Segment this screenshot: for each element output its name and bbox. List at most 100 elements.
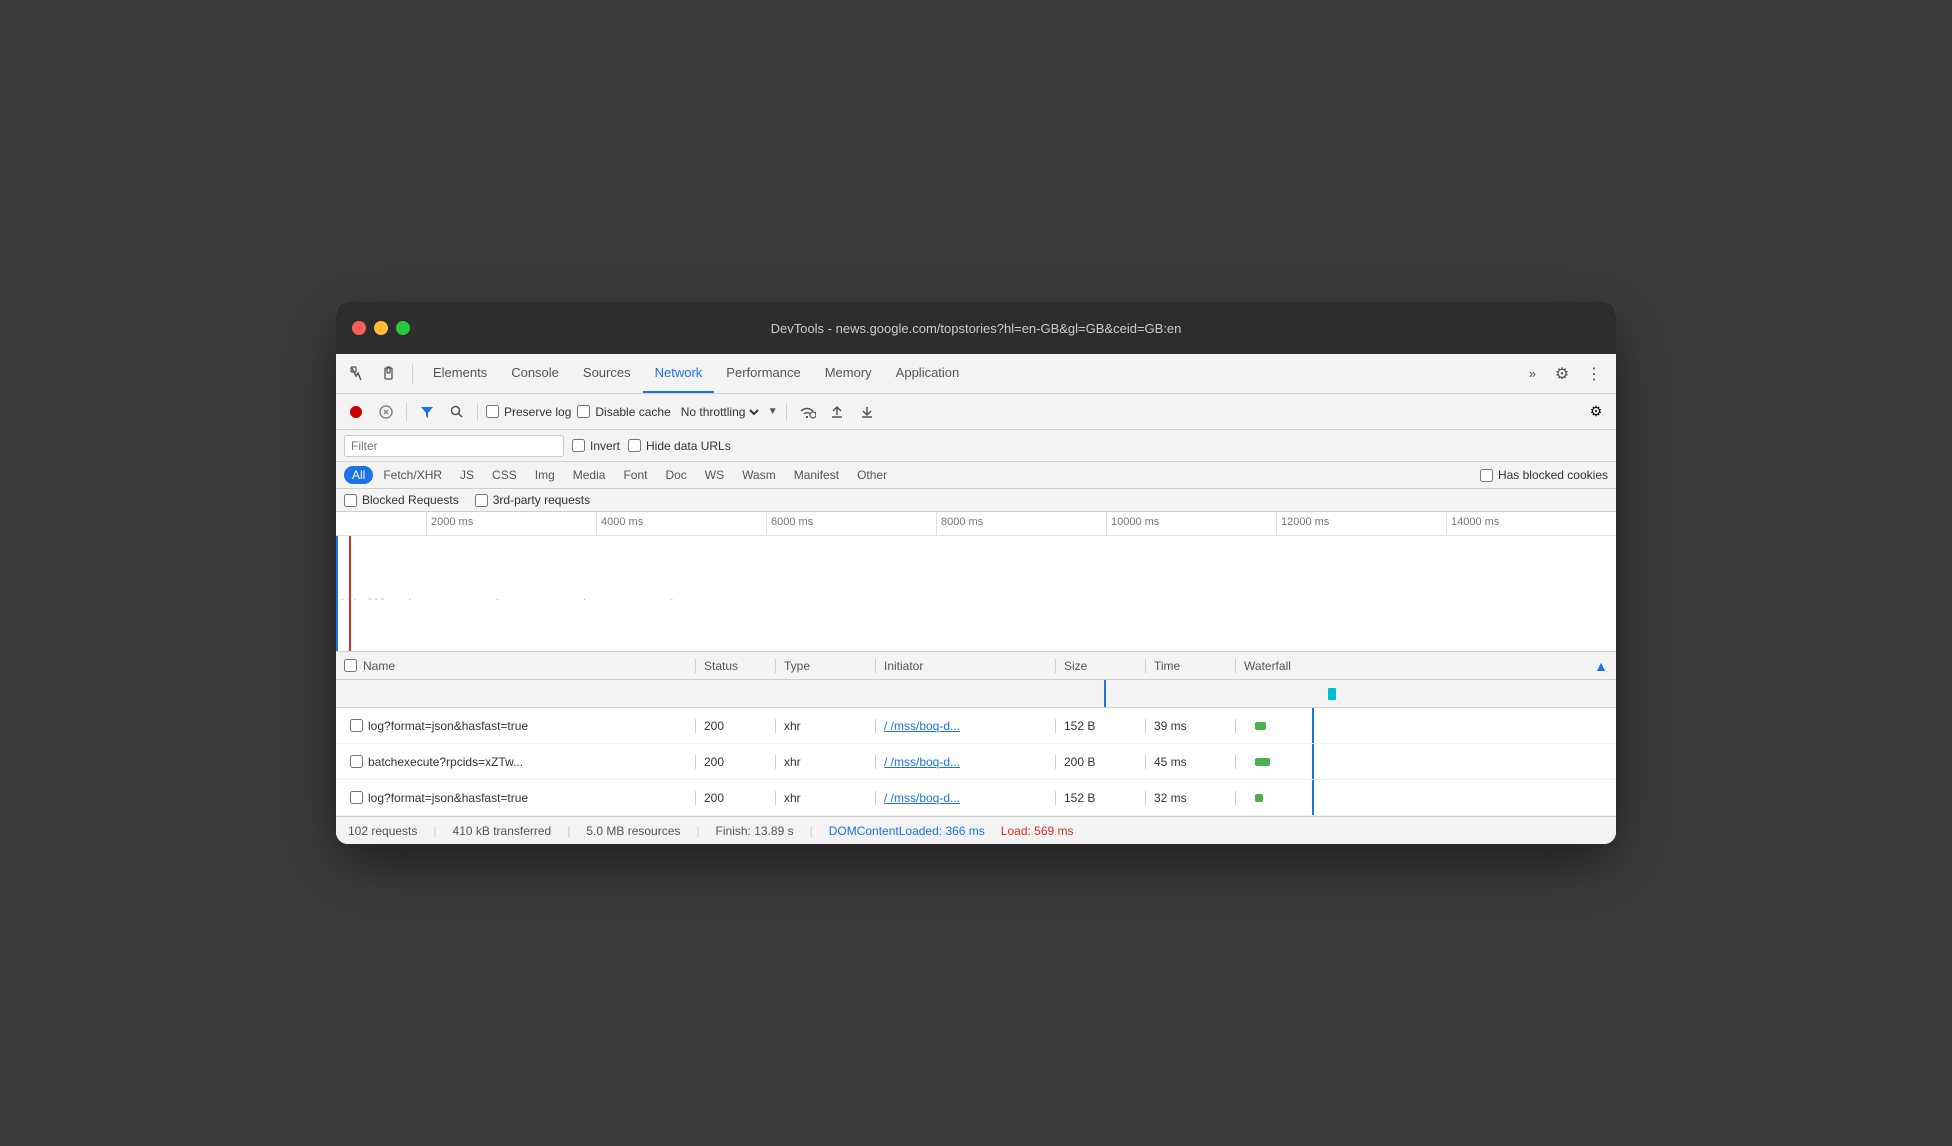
toolbar-tabs: Elements Console Sources Network Perform… [421,354,1517,393]
table-rows: log?format=json&hasfast=true 200 xhr / /… [336,708,1616,816]
col-header-status[interactable]: Status [696,659,776,673]
ruler-mark-0: 2000 ms [426,512,596,535]
col-header-time[interactable]: Time [1146,659,1236,673]
throttle-select[interactable]: No throttling [677,404,762,420]
preserve-log-label: Preserve log [504,405,571,419]
table-header: Name Status Type Initiator Size Time Wat… [336,652,1616,680]
type-filter-row: All Fetch/XHR JS CSS Img Media Font Doc … [336,462,1616,489]
row-name-1: batchexecute?rpcids=xZTw... [368,755,523,769]
type-btn-wasm[interactable]: Wasm [734,466,784,484]
row-type-1: xhr [776,755,876,769]
type-btn-css[interactable]: CSS [484,466,525,484]
table-row[interactable]: batchexecute?rpcids=xZTw... 200 xhr / /m… [336,744,1616,780]
type-btn-doc[interactable]: Doc [657,466,694,484]
tab-console[interactable]: Console [499,354,571,393]
has-blocked-cookies-checkbox[interactable]: Has blocked cookies [1480,468,1608,482]
row-initiator-link-0[interactable]: / /mss/boq-d... [884,719,960,733]
hide-data-urls-input[interactable] [628,439,641,452]
window-title: DevTools - news.google.com/topstories?hl… [771,321,1182,336]
throttle-arrow: ▼ [768,406,778,417]
wifi-icon[interactable] [795,400,819,424]
preserve-log-checkbox[interactable]: Preserve log [486,405,571,419]
row-status-1: 200 [696,755,776,769]
sort-arrow-icon: ▲ [1594,658,1608,674]
type-btn-img[interactable]: Img [527,466,563,484]
tab-application[interactable]: Application [884,354,972,393]
row-checkbox-0[interactable] [350,719,363,732]
titlebar: DevTools - news.google.com/topstories?hl… [336,302,1616,354]
type-btn-font[interactable]: Font [615,466,655,484]
third-party-input[interactable] [475,494,488,507]
main-toolbar: Elements Console Sources Network Perform… [336,354,1616,394]
inspect-icon[interactable] [344,360,372,388]
col-header-name[interactable]: Name [336,659,696,673]
row-name-cell-1: batchexecute?rpcids=xZTw... [336,755,696,769]
type-btn-js[interactable]: JS [452,466,482,484]
traffic-lights [352,321,410,335]
minimize-button[interactable] [374,321,388,335]
maximize-button[interactable] [396,321,410,335]
row-waterfall-1 [1236,744,1616,779]
close-button[interactable] [352,321,366,335]
blocked-requests-input[interactable] [344,494,357,507]
invert-checkbox[interactable]: Invert [572,439,620,453]
row-initiator-1: / /mss/boq-d... [876,755,1056,769]
download-icon[interactable] [855,400,879,424]
col-header-size[interactable]: Size [1056,659,1146,673]
type-btn-media[interactable]: Media [565,466,614,484]
upload-icon[interactable] [825,400,849,424]
type-btn-fetch-xhr[interactable]: Fetch/XHR [375,466,450,484]
more-tabs-button[interactable]: » [1521,366,1544,381]
type-btn-ws[interactable]: WS [697,466,732,484]
third-party-checkbox[interactable]: 3rd-party requests [475,493,590,507]
col-header-waterfall[interactable]: Waterfall ▲ [1236,658,1616,674]
filter-input[interactable] [344,435,564,457]
search-icon[interactable] [445,400,469,424]
filter-row: Invert Hide data URLs [336,430,1616,462]
device-icon[interactable] [376,360,404,388]
preserve-log-input[interactable] [486,405,499,418]
record-button[interactable] [344,400,368,424]
tab-elements[interactable]: Elements [421,354,499,393]
wf-row-bar-0 [1255,722,1266,730]
invert-input[interactable] [572,439,585,452]
disable-cache-label: Disable cache [595,405,670,419]
network-settings-icon[interactable]: ⚙ [1584,400,1608,424]
type-btn-all[interactable]: All [344,466,373,484]
wf-header-teal-bar [1328,688,1336,700]
select-all-checkbox[interactable] [344,659,357,672]
disable-cache-checkbox[interactable]: Disable cache [577,405,670,419]
col-header-type[interactable]: Type [776,659,876,673]
tab-performance[interactable]: Performance [714,354,812,393]
finish-time: Finish: 13.89 s [716,824,794,838]
hide-data-urls-checkbox[interactable]: Hide data URLs [628,439,731,453]
has-blocked-cookies-input[interactable] [1480,469,1493,482]
stop-button[interactable] [374,400,398,424]
row-time-0: 39 ms [1146,719,1236,733]
type-btn-manifest[interactable]: Manifest [786,466,847,484]
load-time: Load: 569 ms [1001,824,1074,838]
timeline-dots: · · · - - - · · · · [341,594,673,605]
col-header-initiator[interactable]: Initiator [876,659,1056,673]
table-row[interactable]: log?format=json&hasfast=true 200 xhr / /… [336,780,1616,816]
blocked-requests-checkbox[interactable]: Blocked Requests [344,493,459,507]
row-initiator-2: / /mss/boq-d... [876,791,1056,805]
row-initiator-link-2[interactable]: / /mss/boq-d... [884,791,960,805]
type-btn-other[interactable]: Other [849,466,895,484]
tab-network[interactable]: Network [643,354,715,393]
row-checkbox-2[interactable] [350,791,363,804]
table-row[interactable]: log?format=json&hasfast=true 200 xhr / /… [336,708,1616,744]
timeline-chart: · · · - - - · · · · [336,536,1616,652]
wf-row-bar-1 [1255,758,1270,766]
row-initiator-link-1[interactable]: / /mss/boq-d... [884,755,960,769]
row-waterfall-2 [1236,780,1616,815]
row-checkbox-1[interactable] [350,755,363,768]
settings-icon[interactable]: ⚙ [1548,360,1576,388]
tab-sources[interactable]: Sources [571,354,643,393]
ruler-mark-5: 12000 ms [1276,512,1446,535]
more-options-icon[interactable]: ⋮ [1580,360,1608,388]
disable-cache-input[interactable] [577,405,590,418]
tab-memory[interactable]: Memory [813,354,884,393]
wf-row-bar-2 [1255,794,1263,802]
filter-icon[interactable] [415,400,439,424]
